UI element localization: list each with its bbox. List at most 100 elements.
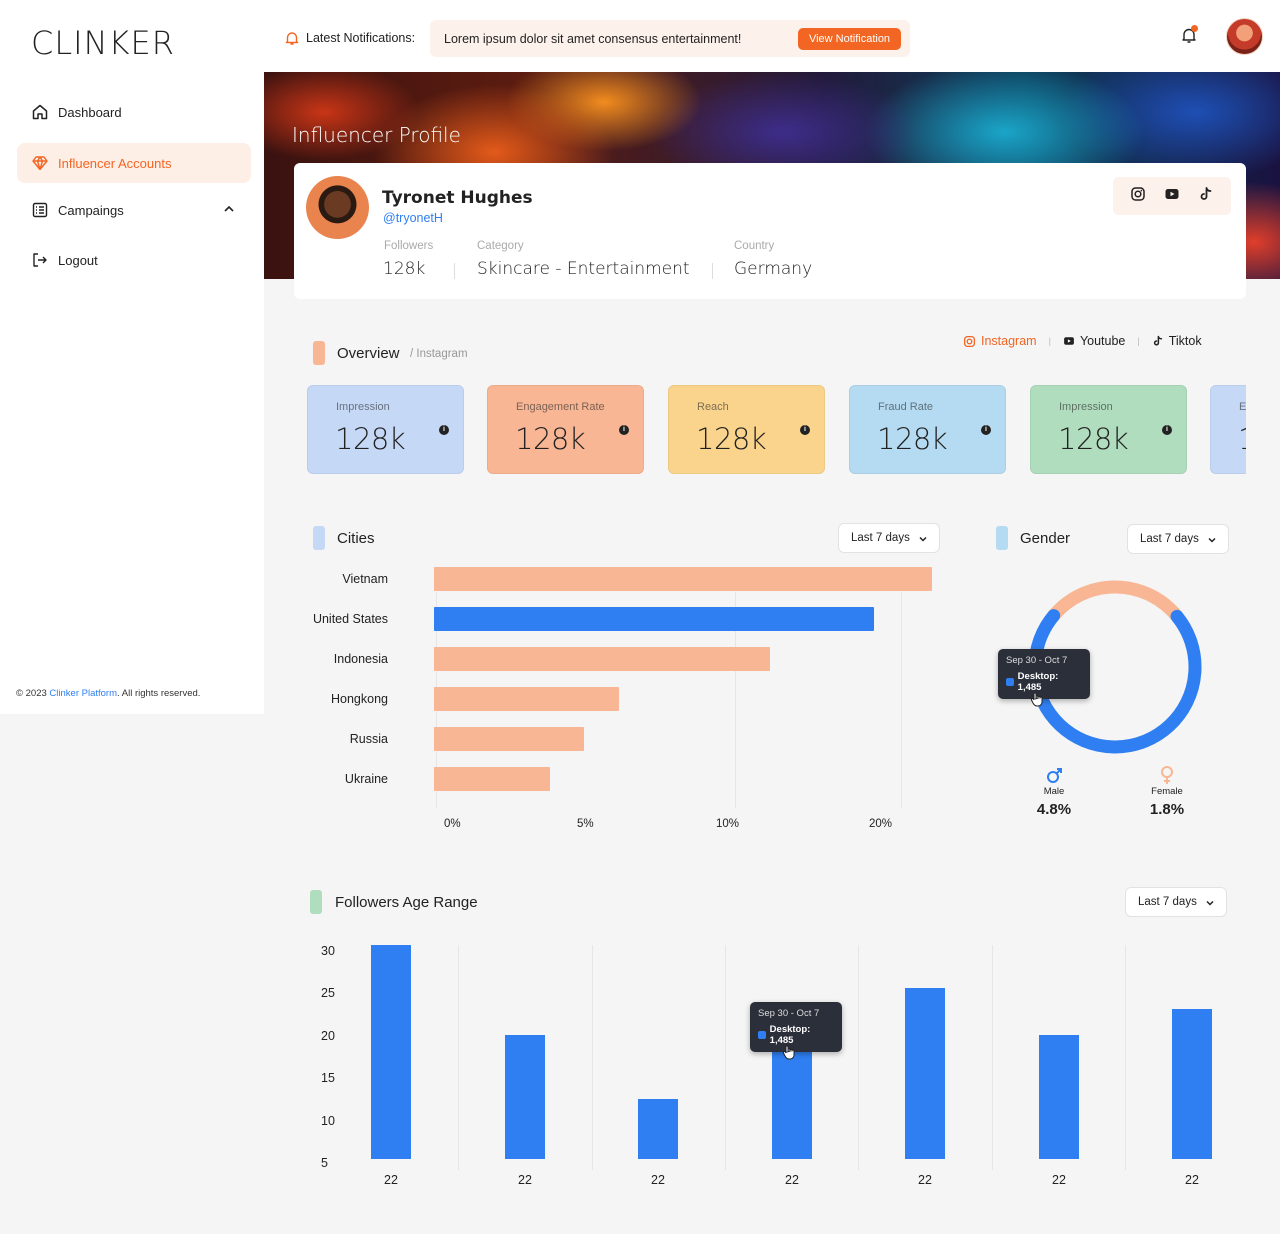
tooltip-range: Sep 30 - Oct 7 <box>758 1008 820 1019</box>
youtube-icon[interactable] <box>1164 186 1180 207</box>
notifications-label: Latest Notifications: <box>284 30 415 46</box>
chevron-up-icon[interactable] <box>223 203 235 218</box>
notification-banner: Lorem ipsum dolor sit amet consensus ent… <box>430 20 910 57</box>
metric-card[interactable]: Impression 128k i <box>307 385 464 474</box>
sidebar-item-campaings[interactable]: Campaings <box>17 190 251 230</box>
city-label: Russia <box>349 732 388 746</box>
age-bar[interactable] <box>1172 1009 1212 1159</box>
y-tick-label: 5 <box>321 1156 328 1170</box>
tooltip-range: Sep 30 - Oct 7 <box>1006 655 1068 666</box>
age-title: Followers Age Range <box>335 894 478 911</box>
gender-tooltip: Sep 30 - Oct 7 Desktop: 1,485 <box>998 649 1090 699</box>
country-value: Germany <box>734 259 813 279</box>
x-tick-label: 5% <box>577 818 594 830</box>
app-logo[interactable]: CLINKER <box>31 24 175 62</box>
divider <box>712 263 713 279</box>
age-bar[interactable] <box>371 945 411 1159</box>
grid-line <box>725 945 726 1170</box>
overview-subtitle: / Instagram <box>410 348 468 360</box>
donut-segment[interactable] <box>1047 580 1184 623</box>
youtube-icon <box>1063 335 1075 347</box>
info-icon[interactable]: i <box>1162 425 1172 435</box>
tab-instagram[interactable]: Instagram <box>963 334 1037 348</box>
hand-cursor-icon <box>782 1044 796 1065</box>
metric-card[interactable]: Engagement Rate 128k i <box>487 385 644 474</box>
notifications-label-text: Latest Notifications: <box>306 31 416 45</box>
age-bar[interactable] <box>905 988 945 1159</box>
logout-icon <box>31 251 49 269</box>
male-value: 4.8% <box>1036 801 1072 818</box>
tooltip-value: Desktop: 1,485 <box>769 1024 811 1046</box>
sidebar-item-logout[interactable]: Logout <box>17 240 251 280</box>
tab-label: Instagram <box>981 334 1037 348</box>
user-avatar[interactable] <box>1226 18 1263 55</box>
copyright-year: © 2023 <box>16 688 47 699</box>
metric-card[interactable]: Fraud Rate 128k i <box>849 385 1006 474</box>
cities-range-select[interactable]: Last 7 days <box>838 523 940 553</box>
topbar: Latest Notifications: Lorem ipsum dolor … <box>264 0 1280 72</box>
tab-tiktok[interactable]: Tiktok <box>1152 334 1202 348</box>
female-value: 1.8% <box>1149 801 1185 818</box>
metric-card[interactable]: Reach 128k i <box>668 385 825 474</box>
profile-name: Tyronet Hughes <box>382 188 533 208</box>
age-bar[interactable] <box>638 1099 678 1159</box>
view-notification-button[interactable]: View Notification <box>798 28 901 50</box>
grid-line <box>458 945 459 1170</box>
notification-dot <box>1191 25 1198 32</box>
instagram-icon[interactable] <box>1130 186 1146 207</box>
metric-value: 128k <box>515 422 586 456</box>
profile-avatar <box>306 176 369 239</box>
metric-card[interactable]: En 1 <box>1210 385 1246 474</box>
x-tick-label: 22 <box>1185 1173 1199 1187</box>
legend-swatch <box>758 1031 766 1039</box>
age-range-select[interactable]: Last 7 days <box>1125 887 1227 917</box>
sidebar-item-dashboard[interactable]: Dashboard <box>17 92 251 132</box>
tab-label: Youtube <box>1079 334 1126 348</box>
x-tick-label: 22 <box>1052 1173 1066 1187</box>
gender-title: Gender <box>1020 530 1071 547</box>
metric-label: Fraud Rate <box>878 401 934 413</box>
x-tick-label: 20% <box>869 818 893 830</box>
metric-label: Impression <box>1059 401 1113 413</box>
city-bar[interactable] <box>434 647 770 671</box>
grid-line <box>592 945 593 1170</box>
y-tick-label: 10 <box>321 1114 335 1128</box>
gender-range-select[interactable]: Last 7 days <box>1127 524 1229 554</box>
sidebar-item-influencer-accounts[interactable]: Influencer Accounts <box>17 143 251 183</box>
notifications-bell-icon[interactable] <box>1180 25 1198 49</box>
copyright-text: . All rights reserved. <box>117 688 201 699</box>
info-icon[interactable]: i <box>439 425 449 435</box>
list-icon <box>31 201 49 219</box>
metric-value: 128k <box>877 422 948 456</box>
info-icon[interactable]: i <box>800 425 810 435</box>
male-label: Male <box>1043 786 1065 797</box>
copyright: © 2023 Clinker Platform. All rights rese… <box>16 688 200 699</box>
city-bar[interactable] <box>434 687 619 711</box>
city-bar[interactable] <box>434 607 874 631</box>
cities-marker <box>313 526 325 550</box>
platform-tabs: Instagram | Youtube | Tiktok <box>963 334 1202 348</box>
country-label: Country <box>734 240 775 252</box>
tab-youtube[interactable]: Youtube <box>1063 334 1125 348</box>
tiktok-icon <box>1152 335 1164 347</box>
city-label: Hongkong <box>331 692 388 706</box>
copyright-brand-link[interactable]: Clinker Platform <box>49 688 117 699</box>
metric-cards: Impression 128k i Engagement Rate 128k i… <box>307 385 1246 475</box>
divider <box>454 263 455 279</box>
info-icon[interactable]: i <box>981 425 991 435</box>
gender-marker <box>996 526 1008 550</box>
x-tick-label: 22 <box>384 1173 398 1187</box>
metric-card[interactable]: Impression 128k i <box>1030 385 1187 474</box>
city-bar[interactable] <box>434 767 550 791</box>
city-bar[interactable] <box>434 567 932 591</box>
age-bar[interactable] <box>505 1035 545 1159</box>
info-icon[interactable]: i <box>619 425 629 435</box>
tab-separator: | <box>1048 336 1051 346</box>
tiktok-icon[interactable] <box>1198 186 1214 207</box>
age-bar[interactable] <box>1039 1035 1079 1159</box>
grid-line <box>901 592 902 808</box>
age-tooltip: Sep 30 - Oct 7 Desktop: 1,485 <box>750 1002 842 1052</box>
page-title: Influencer Profile <box>292 123 461 147</box>
profile-handle[interactable]: @tryonetH <box>383 211 443 225</box>
city-bar[interactable] <box>434 727 584 751</box>
